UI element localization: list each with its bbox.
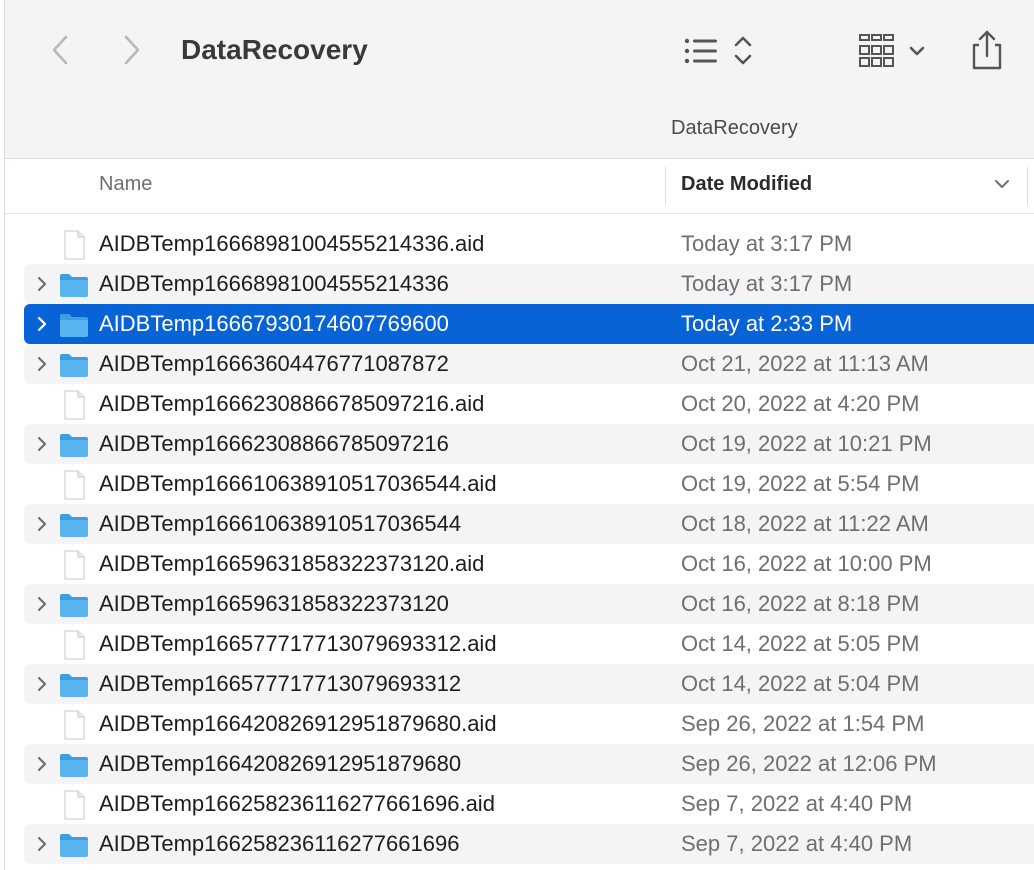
chevron-down-icon[interactable] (993, 177, 1011, 191)
folder-icon (60, 274, 88, 297)
file-row[interactable]: AIDBTemp16662308866785097216.aid Oct 20, … (5, 384, 1034, 424)
date-modified: Oct 21, 2022 at 11:13 AM (681, 351, 929, 376)
file-name: AIDBTemp16667930174607769600 (99, 311, 449, 336)
disclosure-triangle-icon[interactable] (34, 314, 50, 334)
date-modified: Oct 19, 2022 at 5:54 PM (681, 471, 920, 496)
file-name: AIDBTemp166258236116277661696.aid (99, 791, 495, 816)
folder-icon (60, 514, 88, 537)
folder-row[interactable]: AIDBTemp16663604476771087872 Oct 21, 2022… (5, 344, 1034, 384)
folder-row[interactable]: AIDBTemp166610638910517036544 Oct 18, 202… (5, 504, 1034, 544)
group-grid-icon (859, 34, 925, 67)
folder-icon (60, 834, 88, 857)
column-header-name[interactable]: Name (99, 173, 152, 196)
file-name: AIDBTemp166610638910517036544.aid (99, 471, 497, 496)
date-modified: Today at 3:17 PM (681, 231, 853, 256)
date-modified: Today at 3:17 PM (681, 271, 853, 296)
file-row[interactable]: AIDBTemp166577717713079693312.aid Oct 14,… (5, 624, 1034, 664)
path-bar[interactable]: DataRecovery (671, 117, 798, 140)
date-modified: Oct 16, 2022 at 10:00 PM (681, 551, 932, 576)
folder-icon (60, 434, 88, 457)
file-name: AIDBTemp166577717713079693312.aid (99, 631, 497, 656)
folder-icon (60, 594, 88, 617)
folder-row[interactable]: AIDBTemp166420826912951879680 Sep 26, 202… (5, 744, 1034, 784)
file-name: AIDBTemp16668981004555214336 (99, 271, 449, 296)
column-header-date-modified[interactable]: Date Modified (681, 173, 812, 196)
file-row[interactable]: AIDBTemp166258236116277661696.aid Sep 7, … (5, 784, 1034, 824)
file-name: AIDBTemp166610638910517036544 (99, 511, 462, 536)
folder-row[interactable]: AIDBTemp166258236116277661696 Sep 7, 2022… (5, 824, 1034, 864)
file-name: AIDBTemp16668981004555214336.aid (99, 231, 485, 256)
file-name: AIDBTemp16659631858322373120 (99, 591, 449, 616)
disclosure-triangle-icon[interactable] (34, 434, 50, 454)
disclosure-triangle-icon[interactable] (34, 594, 50, 614)
date-modified: Oct 14, 2022 at 5:05 PM (681, 631, 920, 656)
folder-row[interactable]: AIDBTemp166577717713079693312 Oct 14, 202… (5, 664, 1034, 704)
list-view-icon (684, 36, 752, 65)
document-icon (64, 790, 85, 820)
disclosure-triangle-icon[interactable] (34, 274, 50, 294)
file-name: AIDBTemp16663604476771087872 (99, 351, 449, 376)
chevron-right-icon (124, 35, 140, 65)
folder-row[interactable]: AIDBTemp16667930174607769600 Today at 2:3… (5, 304, 1034, 344)
date-modified: Sep 7, 2022 at 4:40 PM (681, 831, 913, 856)
column-header: Name Date Modified (5, 159, 1034, 214)
folder-row[interactable]: AIDBTemp16662308866785097216 Oct 19, 2022… (5, 424, 1034, 464)
forward-button[interactable] (117, 30, 147, 70)
file-row[interactable]: AIDBTemp16668981004555214336.aid Today at… (5, 224, 1034, 264)
file-row[interactable]: AIDBTemp166420826912951879680.aid Sep 26,… (5, 704, 1034, 744)
folder-icon (60, 314, 88, 337)
column-divider[interactable] (1027, 167, 1028, 205)
date-modified: Oct 19, 2022 at 10:21 PM (681, 431, 932, 456)
date-modified: Today at 2:33 PM (681, 311, 853, 336)
date-modified: Oct 20, 2022 at 4:20 PM (681, 391, 920, 416)
finder-window: DataRecovery DataRecovery Name Date Modi… (4, 0, 1034, 870)
date-modified: Sep 26, 2022 at 12:06 PM (681, 751, 937, 776)
folder-icon (60, 354, 88, 377)
document-icon (64, 390, 85, 420)
date-modified: Sep 26, 2022 at 1:54 PM (681, 711, 925, 736)
date-modified: Oct 14, 2022 at 5:04 PM (681, 671, 920, 696)
disclosure-triangle-icon[interactable] (34, 354, 50, 374)
chevron-left-icon (52, 35, 68, 65)
document-icon (64, 550, 85, 580)
toolbar: DataRecovery DataRecovery (5, 0, 1034, 159)
share-button[interactable] (969, 28, 1005, 72)
file-name: AIDBTemp166258236116277661696 (99, 831, 460, 856)
document-icon (64, 630, 85, 660)
folder-row[interactable]: AIDBTemp16668981004555214336 Today at 3:1… (5, 264, 1034, 304)
file-name: AIDBTemp166420826912951879680 (99, 751, 462, 776)
window-title: DataRecovery (181, 34, 368, 65)
disclosure-triangle-icon[interactable] (34, 674, 50, 694)
folder-icon (60, 754, 88, 777)
file-row[interactable]: AIDBTemp16659631858322373120.aid Oct 16, … (5, 544, 1034, 584)
view-options-button[interactable] (678, 28, 758, 72)
file-name: AIDBTemp16659631858322373120.aid (99, 551, 485, 576)
folder-icon (60, 674, 88, 697)
disclosure-triangle-icon[interactable] (34, 514, 50, 534)
group-button[interactable] (857, 28, 933, 72)
document-icon (64, 710, 85, 740)
date-modified: Oct 16, 2022 at 8:18 PM (681, 591, 920, 616)
column-divider[interactable] (665, 167, 666, 205)
disclosure-triangle-icon[interactable] (34, 834, 50, 854)
share-icon (972, 30, 1002, 70)
disclosure-triangle-icon[interactable] (34, 754, 50, 774)
file-name: AIDBTemp16662308866785097216.aid (99, 391, 485, 416)
date-modified: Sep 7, 2022 at 4:40 PM (681, 791, 913, 816)
folder-row[interactable]: AIDBTemp16659631858322373120 Oct 16, 2022… (5, 584, 1034, 624)
file-name: AIDBTemp166577717713079693312 (99, 671, 462, 696)
back-button[interactable] (45, 30, 75, 70)
document-icon (64, 230, 85, 260)
file-name: AIDBTemp166420826912951879680.aid (99, 711, 497, 736)
file-list: AIDBTemp16668981004555214336.aid Today at… (5, 224, 1034, 864)
file-name: AIDBTemp16662308866785097216 (99, 431, 449, 456)
file-row[interactable]: AIDBTemp166610638910517036544.aid Oct 19,… (5, 464, 1034, 504)
date-modified: Oct 18, 2022 at 11:22 AM (681, 511, 929, 536)
document-icon (64, 470, 85, 500)
